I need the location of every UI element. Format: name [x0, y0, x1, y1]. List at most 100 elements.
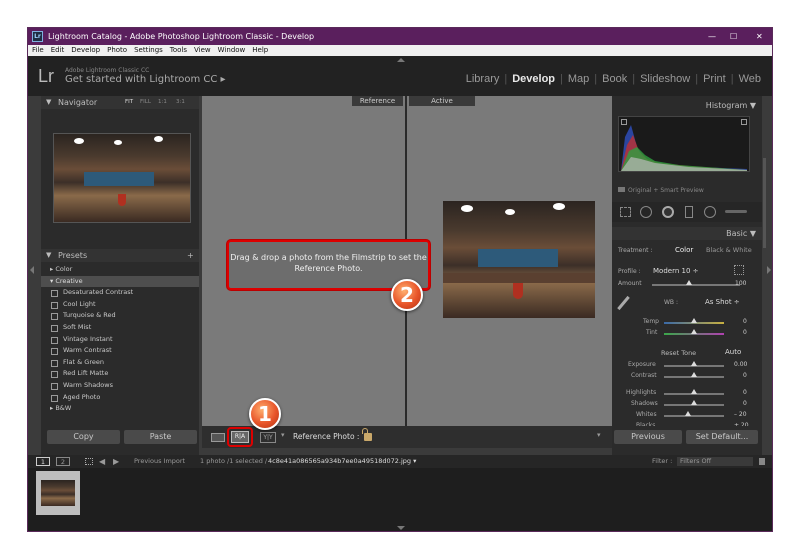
- zoom-3-1[interactable]: 3:1: [176, 96, 185, 109]
- menu-file[interactable]: File: [32, 46, 44, 54]
- contrast-slider-thumb[interactable]: [691, 372, 697, 377]
- presets-header[interactable]: ▼ Presets +: [41, 249, 199, 262]
- preset-item[interactable]: Warm Shadows: [41, 380, 199, 392]
- paste-button[interactable]: Paste: [124, 430, 197, 444]
- temp-slider-thumb[interactable]: [691, 318, 697, 323]
- red-eye-icon[interactable]: [662, 206, 674, 218]
- treatment-color[interactable]: Color: [675, 246, 693, 254]
- preset-group-creative[interactable]: ▾ Creative: [41, 275, 199, 288]
- loupe-view-icon[interactable]: [211, 433, 225, 442]
- highlights-value[interactable]: 0: [743, 389, 747, 396]
- temp-value[interactable]: 0: [743, 318, 747, 325]
- preset-group-bw[interactable]: ▸ B&W: [41, 403, 199, 415]
- preset-item[interactable]: Vintage Instant: [41, 334, 199, 346]
- preset-item[interactable]: Red Lift Matte: [41, 368, 199, 380]
- identity-big-text[interactable]: Get started with Lightroom CC ▸: [65, 74, 226, 85]
- whites-slider-thumb[interactable]: [685, 411, 691, 416]
- blacks-value[interactable]: + 20: [734, 422, 749, 426]
- filter-lock-icon[interactable]: [759, 458, 765, 465]
- module-slideshow[interactable]: Slideshow: [635, 73, 695, 85]
- shadows-value[interactable]: 0: [743, 400, 747, 407]
- filter-select[interactable]: Filters Off: [677, 457, 753, 466]
- module-book[interactable]: Book: [597, 73, 632, 85]
- shadows-slider-thumb[interactable]: [691, 400, 697, 405]
- top-collapse-arrow-icon[interactable]: [397, 58, 405, 62]
- preset-item[interactable]: Cool Light: [41, 299, 199, 311]
- back-arrow-icon[interactable]: ◀: [99, 455, 105, 468]
- lock-icon[interactable]: [364, 433, 372, 441]
- exposure-value[interactable]: 0.00: [734, 361, 747, 368]
- menu-edit[interactable]: Edit: [51, 46, 65, 54]
- spot-removal-icon[interactable]: [640, 206, 652, 218]
- wb-eyedropper-icon[interactable]: [617, 295, 630, 311]
- preset-item[interactable]: Aged Photo: [41, 392, 199, 404]
- menu-settings[interactable]: Settings: [134, 46, 163, 54]
- filmstrip-thumbnail-cell[interactable]: [36, 471, 80, 515]
- crop-tool-icon[interactable]: [620, 207, 631, 217]
- forward-arrow-icon[interactable]: ▶: [113, 455, 119, 468]
- module-web[interactable]: Web: [734, 73, 766, 85]
- contrast-value[interactable]: 0: [743, 372, 747, 379]
- auto-button[interactable]: Auto: [725, 348, 741, 356]
- add-preset-button[interactable]: +: [187, 249, 194, 262]
- basic-header[interactable]: Basic ▼: [612, 227, 762, 240]
- adjustment-brush-icon[interactable]: [725, 210, 747, 213]
- preset-group-color[interactable]: ▸ Color: [41, 264, 199, 276]
- copy-button[interactable]: Copy: [47, 430, 120, 444]
- set-default-button[interactable]: Set Default...: [686, 430, 758, 444]
- menu-photo[interactable]: Photo: [107, 46, 127, 54]
- whites-value[interactable]: – 20: [734, 411, 747, 418]
- menu-develop[interactable]: Develop: [71, 46, 100, 54]
- highlight-clip-icon[interactable]: [741, 119, 747, 125]
- preset-item[interactable]: Soft Mist: [41, 322, 199, 334]
- menu-window[interactable]: Window: [218, 46, 246, 54]
- tint-slider-thumb[interactable]: [691, 329, 697, 334]
- module-print[interactable]: Print: [698, 73, 731, 85]
- view-dropdown-icon[interactable]: ▾: [281, 431, 285, 439]
- wb-select[interactable]: As Shot ÷: [705, 298, 740, 306]
- zoom-fit[interactable]: FIT: [125, 96, 133, 109]
- minimize-button[interactable]: —: [708, 28, 716, 45]
- left-panel-toggle-icon[interactable]: [30, 266, 34, 274]
- maximize-button[interactable]: ☐: [730, 28, 737, 45]
- profile-select[interactable]: Modern 10 ÷: [653, 267, 699, 275]
- navigator-preview[interactable]: [53, 133, 191, 223]
- screen-2-button[interactable]: 2: [56, 457, 70, 466]
- module-library[interactable]: Library: [461, 73, 505, 85]
- highlights-slider-thumb[interactable]: [691, 389, 697, 394]
- profile-browser-icon[interactable]: [734, 265, 744, 275]
- radial-filter-icon[interactable]: [704, 206, 716, 218]
- module-develop[interactable]: Develop: [507, 73, 560, 85]
- source-label[interactable]: Previous Import: [134, 455, 185, 468]
- preset-item[interactable]: Warm Contrast: [41, 345, 199, 357]
- photo-filename[interactable]: 4c8e41a086565a934b7ee0a49518d072.jpg ▾: [268, 455, 416, 468]
- yy-view-button[interactable]: Y|Y: [260, 432, 276, 443]
- menu-help[interactable]: Help: [252, 46, 268, 54]
- menu-tools[interactable]: Tools: [170, 46, 187, 54]
- module-map[interactable]: Map: [563, 73, 594, 85]
- preset-item[interactable]: Flat & Green: [41, 357, 199, 369]
- amount-slider-track[interactable]: [652, 284, 740, 286]
- treatment-bw[interactable]: Black & White: [706, 246, 752, 254]
- menu-view[interactable]: View: [194, 46, 211, 54]
- close-button[interactable]: ✕: [756, 28, 763, 45]
- previous-button[interactable]: Previous: [614, 430, 682, 444]
- right-panel-scrollbar[interactable]: [763, 158, 766, 248]
- shadow-clip-icon[interactable]: [621, 119, 627, 125]
- right-panel-toggle-icon[interactable]: [767, 266, 771, 274]
- toolbar-menu-icon[interactable]: ▾: [597, 431, 601, 439]
- grid-view-icon[interactable]: [85, 458, 93, 465]
- zoom-fill[interactable]: FILL: [140, 96, 151, 109]
- presets-collapse-icon[interactable]: ▼: [46, 249, 51, 262]
- navigator-header[interactable]: ▼ Navigator FIT FILL 1:1 3:1: [41, 96, 199, 109]
- whites-slider-track[interactable]: [664, 415, 724, 417]
- navigator-collapse-icon[interactable]: ▼: [46, 96, 51, 109]
- zoom-1-1[interactable]: 1:1: [158, 96, 167, 109]
- preset-item[interactable]: Turquoise & Red: [41, 310, 199, 322]
- bottom-collapse-arrow-icon[interactable]: [397, 526, 405, 530]
- amount-value[interactable]: 100: [735, 280, 746, 287]
- histogram-chart[interactable]: [618, 116, 750, 172]
- exposure-slider-thumb[interactable]: [691, 361, 697, 366]
- preset-item[interactable]: Desaturated Contrast: [41, 287, 199, 299]
- tint-value[interactable]: 0: [743, 329, 747, 336]
